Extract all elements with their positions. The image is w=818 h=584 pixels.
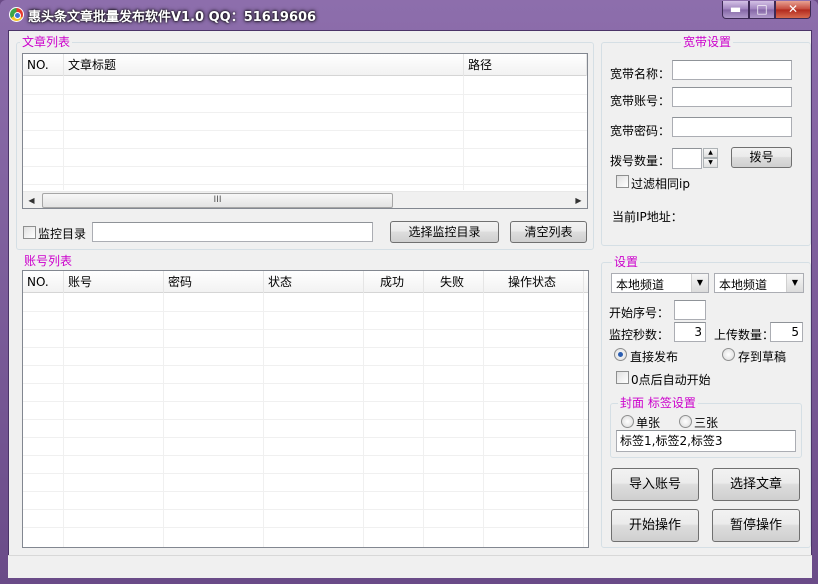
column-header-no[interactable]: NO. bbox=[23, 271, 64, 293]
save-draft-radio[interactable] bbox=[722, 348, 735, 361]
cover-single-radio[interactable] bbox=[621, 415, 634, 428]
spin-down-icon[interactable]: ▼ bbox=[703, 158, 718, 168]
close-button[interactable]: ✕ bbox=[775, 1, 811, 19]
cover-triple-label: 三张 bbox=[694, 416, 719, 430]
start-button[interactable]: 开始操作 bbox=[611, 509, 699, 542]
monitor-dir-label: 监控目录 bbox=[38, 227, 87, 241]
monitor-seconds-label: 监控秒数： bbox=[609, 328, 670, 342]
settings-legend: 设置 bbox=[612, 255, 641, 269]
tags-input[interactable]: 标签1,标签2,标签3 bbox=[616, 430, 796, 452]
status-bar bbox=[8, 555, 812, 578]
pause-button[interactable]: 暂停操作 bbox=[712, 509, 800, 542]
chevron-down-icon[interactable]: ▼ bbox=[786, 274, 803, 292]
dial-count-input[interactable] bbox=[672, 148, 702, 169]
account-list-header: NO. 账号 密码 状态 成功 失败 操作状态 bbox=[23, 271, 588, 293]
channel-select-2-value: 本地频道 bbox=[719, 278, 768, 292]
cover-triple-radio[interactable] bbox=[679, 415, 692, 428]
cover-single-label: 单张 bbox=[636, 416, 661, 430]
select-monitor-dir-button[interactable]: 选择监控目录 bbox=[390, 221, 499, 243]
select-articles-button[interactable]: 选择文章 bbox=[712, 468, 800, 501]
monitor-dir-input[interactable] bbox=[92, 222, 373, 242]
column-header-status[interactable]: 状态 bbox=[264, 271, 364, 293]
dial-count-stepper[interactable]: ▲ ▼ bbox=[672, 148, 720, 169]
broadband-account-input[interactable] bbox=[672, 87, 792, 107]
minimize-button[interactable]: ▬ bbox=[722, 1, 749, 19]
auto-start-label: 0点后自动开始 bbox=[631, 373, 711, 387]
article-list-header: NO. 文章标题 路径 bbox=[23, 54, 587, 76]
scroll-left-icon[interactable]: ◀ bbox=[23, 192, 40, 209]
maximize-button[interactable]: □ bbox=[749, 1, 775, 19]
spin-up-icon[interactable]: ▲ bbox=[703, 148, 718, 158]
channel-select-1[interactable]: 本地频道 ▼ bbox=[611, 273, 709, 293]
filter-same-ip-label: 过滤相同ip bbox=[631, 177, 690, 191]
article-list[interactable]: NO. 文章标题 路径 ◀ III ▶ bbox=[22, 53, 588, 209]
start-index-input[interactable] bbox=[674, 300, 706, 320]
upload-count-label: 上传数量： bbox=[714, 328, 775, 342]
monitor-seconds-input[interactable]: 3 bbox=[674, 322, 706, 342]
column-header-failed[interactable]: 失败 bbox=[424, 271, 484, 293]
app-logo-icon bbox=[9, 7, 24, 22]
scroll-thumb[interactable]: III bbox=[42, 193, 393, 208]
column-header-account[interactable]: 账号 bbox=[64, 271, 164, 293]
publish-direct-radio[interactable] bbox=[614, 348, 627, 361]
upload-count-input[interactable]: 5 bbox=[770, 322, 803, 342]
column-header-title[interactable]: 文章标题 bbox=[64, 54, 464, 76]
clear-list-button[interactable]: 清空列表 bbox=[510, 221, 587, 243]
publish-direct-label: 直接发布 bbox=[630, 350, 679, 364]
column-header-password[interactable]: 密码 bbox=[164, 271, 264, 293]
channel-select-2[interactable]: 本地频道 ▼ bbox=[714, 273, 804, 293]
column-header-path[interactable]: 路径 bbox=[464, 54, 587, 76]
scroll-right-icon[interactable]: ▶ bbox=[570, 192, 587, 209]
monitor-dir-checkbox[interactable] bbox=[23, 226, 36, 239]
chevron-down-icon[interactable]: ▼ bbox=[691, 274, 708, 292]
broadband-name-label: 宽带名称： bbox=[610, 67, 671, 81]
dial-button[interactable]: 拨号 bbox=[731, 147, 792, 168]
account-list[interactable]: NO. 账号 密码 状态 成功 失败 操作状态 bbox=[22, 270, 589, 548]
column-header-no[interactable]: NO. bbox=[23, 54, 64, 76]
column-header-operation-status[interactable]: 操作状态 bbox=[484, 271, 584, 293]
current-ip-label: 当前IP地址： bbox=[612, 210, 683, 224]
window-title: 惠头条文章批量发布软件V1.0 QQ：51619606 bbox=[28, 10, 317, 25]
account-list-legend: 账号列表 bbox=[22, 254, 75, 268]
article-list-legend: 文章列表 bbox=[20, 35, 73, 49]
broadband-account-label: 宽带账号： bbox=[610, 94, 671, 108]
import-accounts-button[interactable]: 导入账号 bbox=[611, 468, 699, 501]
column-header-success[interactable]: 成功 bbox=[364, 271, 424, 293]
dial-count-label: 拨号数量： bbox=[610, 154, 671, 168]
broadband-password-label: 宽带密码： bbox=[610, 124, 671, 138]
broadband-name-input[interactable] bbox=[672, 60, 792, 80]
filter-same-ip-checkbox[interactable] bbox=[616, 175, 629, 188]
title-bar[interactable]: 惠头条文章批量发布软件V1.0 QQ：51619606 ▬ □ ✕ bbox=[0, 0, 818, 30]
auto-start-checkbox[interactable] bbox=[616, 371, 629, 384]
cover-tag-settings-legend: 封面 标签设置 bbox=[618, 396, 698, 410]
article-list-hscrollbar[interactable]: ◀ III ▶ bbox=[23, 191, 587, 208]
broadband-password-input[interactable] bbox=[672, 117, 792, 137]
channel-select-1-value: 本地频道 bbox=[616, 278, 665, 292]
start-index-label: 开始序号： bbox=[609, 306, 670, 320]
broadband-settings-legend: 宽带设置 bbox=[681, 35, 734, 49]
save-draft-label: 存到草稿 bbox=[738, 350, 787, 364]
